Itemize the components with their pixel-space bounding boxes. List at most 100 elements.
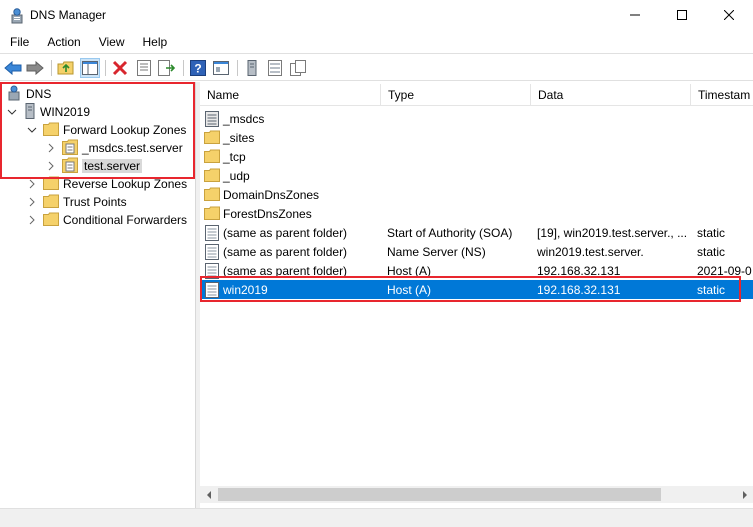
record-name: _udp: [223, 168, 250, 183]
cell-name: win2019: [204, 280, 381, 299]
record-data: win2019.test.server.: [537, 244, 644, 259]
cell-name: _tcp: [204, 147, 381, 166]
menu-file[interactable]: File: [0, 35, 38, 49]
folder-icon: [204, 187, 220, 203]
tree-item-reverse-lookup-zones[interactable]: Reverse Lookup Zones: [43, 175, 187, 193]
table-row[interactable]: _msdcs: [200, 109, 753, 128]
svg-text:?: ?: [194, 62, 201, 76]
column-header-timestamp[interactable]: Timestam: [691, 84, 753, 106]
table-row[interactable]: (same as parent folder) Host (A) 192.168.3…: [200, 261, 753, 280]
record-type: [387, 185, 531, 204]
cell-name: (same as parent folder): [204, 223, 381, 242]
title-bar: DNS Manager: [0, 0, 753, 30]
cell-name: ForestDnsZones: [204, 204, 381, 223]
record-name: _sites: [223, 130, 255, 145]
show-hide-tree-icon[interactable]: [80, 58, 100, 78]
scrollbar-thumb[interactable]: [218, 488, 661, 501]
record-type: [387, 166, 531, 185]
close-button[interactable]: [706, 0, 752, 30]
toolbar: ?: [0, 53, 753, 81]
record-name: _msdcs: [223, 111, 265, 126]
delete-icon[interactable]: [110, 58, 130, 78]
chevron-right-icon[interactable]: [46, 161, 56, 171]
forward-icon[interactable]: [25, 58, 45, 78]
minimize-button[interactable]: [612, 0, 658, 30]
table-row[interactable]: (same as parent folder) Name Server (NS) w…: [200, 242, 753, 261]
chevron-right-icon[interactable]: [27, 197, 37, 207]
tree-label-msdcs-zone: _msdcs.test.server: [82, 141, 183, 155]
tree-label-conditional-forwarders: Conditional Forwarders: [63, 213, 188, 227]
scroll-right-icon[interactable]: [736, 486, 753, 503]
records-list[interactable]: Name Type Data Timestam _msdcs _sites _tcp…: [200, 82, 753, 512]
cell-name: (same as parent folder): [204, 242, 381, 261]
folder-icon: [204, 206, 220, 222]
record-name: ForestDnsZones: [223, 206, 312, 221]
record-timestamp: [697, 185, 753, 204]
tree-item-win2019[interactable]: WIN2019: [24, 102, 91, 122]
column-header-data[interactable]: Data: [531, 84, 691, 106]
properties-sheet-icon[interactable]: [265, 58, 285, 78]
server-icon: [24, 102, 36, 122]
table-row[interactable]: _udp: [200, 166, 753, 185]
maximize-button[interactable]: [659, 0, 705, 30]
cell-name: _udp: [204, 166, 381, 185]
record-icon: [204, 262, 220, 279]
record-icon: [204, 281, 220, 298]
record-data: 192.168.32.131: [537, 263, 621, 278]
tree-label-forward-lookup-zones: Forward Lookup Zones: [63, 123, 187, 137]
cell-name: _sites: [204, 128, 381, 147]
record-data: [537, 185, 691, 204]
table-row[interactable]: win2019 Host (A) 192.168.32.131 static: [200, 280, 753, 299]
record-timestamp: static: [697, 225, 726, 240]
tree-item-forward-lookup-zones[interactable]: Forward Lookup Zones: [43, 121, 186, 139]
scroll-left-icon[interactable]: [200, 486, 217, 503]
tree-item-dns[interactable]: DNS: [6, 85, 51, 103]
column-header-name[interactable]: Name: [200, 84, 381, 106]
record-data: [19], win2019.test.server., ...: [537, 225, 688, 240]
tree-item-test-server-zone[interactable]: test.server: [62, 157, 143, 175]
horizontal-scrollbar[interactable]: [200, 486, 753, 503]
zone-icon: [62, 139, 78, 158]
export-list-icon[interactable]: [157, 58, 177, 78]
server-icon[interactable]: [242, 58, 262, 78]
zone-icon: [204, 110, 220, 127]
table-row[interactable]: _tcp: [200, 147, 753, 166]
record-type: Name Server (NS): [387, 244, 486, 259]
record-data: [537, 204, 691, 223]
console-tree[interactable]: DNS WIN2019 Forward Lookup Zones _msdcs.…: [0, 82, 196, 512]
table-row[interactable]: _sites: [200, 128, 753, 147]
record-name: win2019: [223, 282, 268, 297]
tree-item-msdcs-zone[interactable]: _msdcs.test.server: [62, 139, 183, 157]
record-type: [387, 147, 531, 166]
chevron-down-icon[interactable]: [7, 107, 17, 117]
menu-help[interactable]: Help: [134, 35, 177, 49]
menu-view[interactable]: View: [90, 35, 134, 49]
list-header: Name Type Data Timestam: [200, 84, 753, 106]
folder-icon: [204, 168, 220, 184]
table-row[interactable]: DomainDnsZones: [200, 185, 753, 204]
tree-item-conditional-forwarders[interactable]: Conditional Forwarders: [43, 211, 187, 229]
table-row[interactable]: (same as parent folder) Start of Authorit…: [200, 223, 753, 242]
tree-item-trust-points[interactable]: Trust Points: [43, 193, 127, 211]
table-row[interactable]: ForestDnsZones: [200, 204, 753, 223]
record-timestamp: [697, 109, 753, 128]
folder-icon: [43, 176, 59, 193]
back-icon[interactable]: [3, 58, 23, 78]
record-name: (same as parent folder): [223, 225, 348, 240]
chevron-right-icon[interactable]: [27, 179, 37, 189]
record-timestamp: [697, 128, 753, 147]
tree-label-win2019: WIN2019: [40, 105, 91, 119]
dns-icon: [6, 85, 22, 104]
cell-name: (same as parent folder): [204, 261, 381, 280]
column-header-type[interactable]: Type: [381, 84, 531, 106]
copy-icon[interactable]: [288, 58, 308, 78]
chevron-right-icon[interactable]: [46, 143, 56, 153]
record-type: Host (A): [387, 282, 432, 297]
chevron-right-icon[interactable]: [27, 215, 37, 225]
help-icon[interactable]: ?: [188, 58, 208, 78]
view-icon[interactable]: [211, 58, 231, 78]
properties-icon[interactable]: [134, 58, 154, 78]
up-folder-icon[interactable]: [56, 58, 76, 78]
menu-action[interactable]: Action: [38, 35, 89, 49]
chevron-down-icon[interactable]: [27, 125, 37, 135]
